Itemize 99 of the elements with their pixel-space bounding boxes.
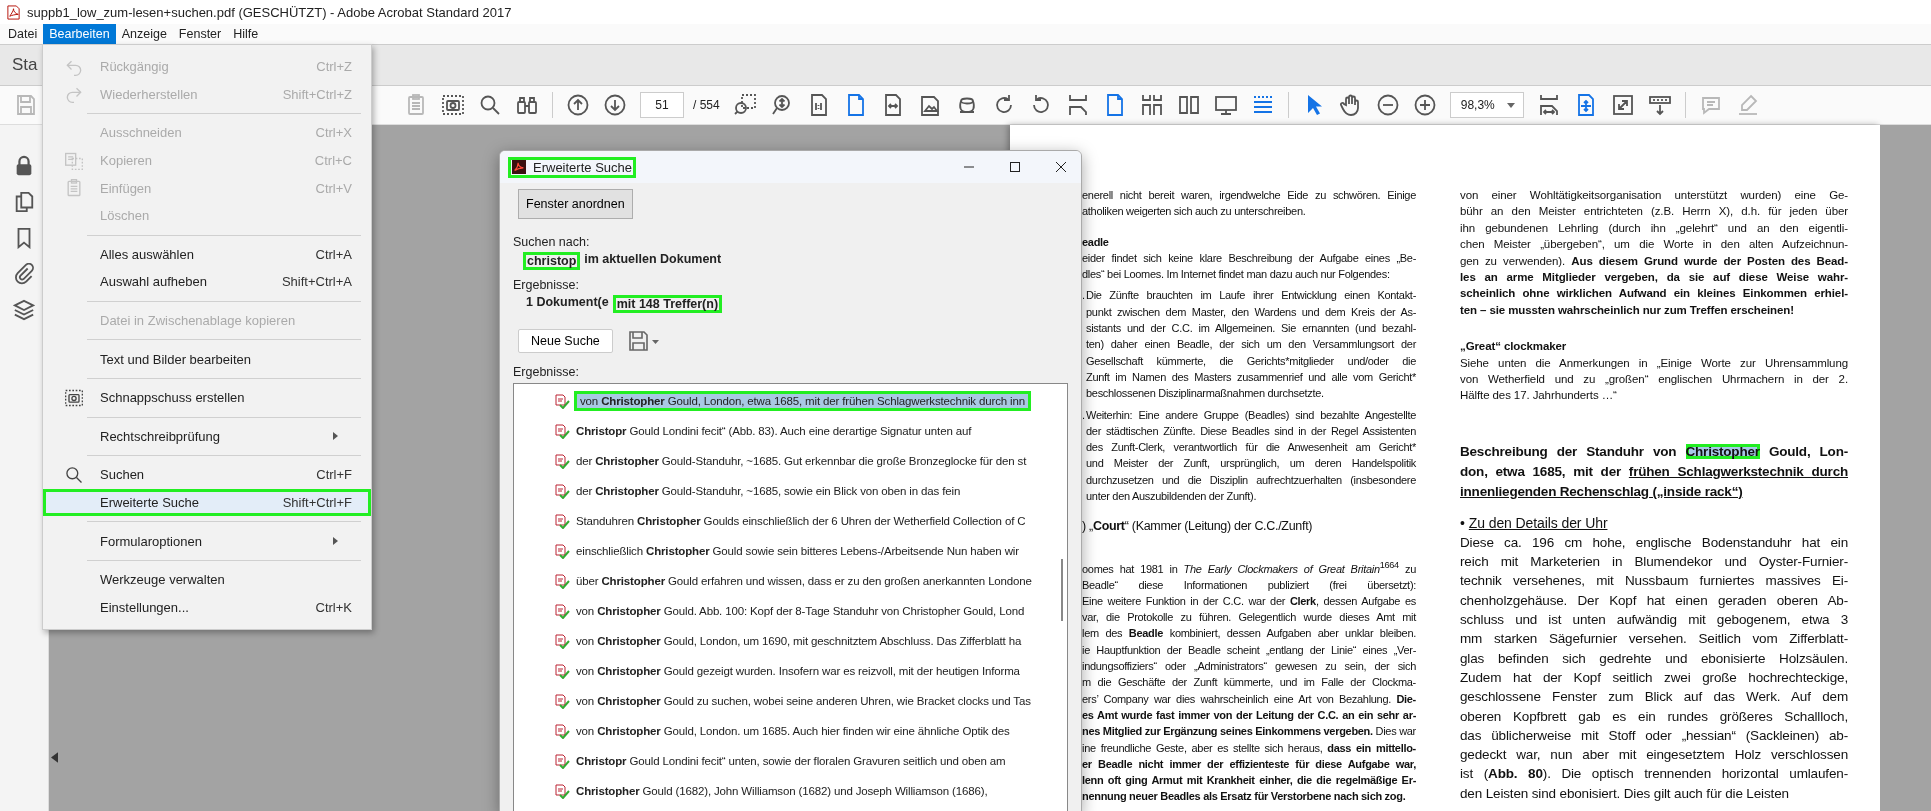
paragraph: Diese ca. 196 cm hohe, englische Bodenstanduhr hat ein reich mit Marketerien in Blumendekor und Oyster-Furnier- technik versehenes, mit Nussbaum furniertes massives Ei- chenholzgehäuse. Der Kopf hat einen geraden oberen Ab- schluss und ist unten aufwändig mit gebogenem, etwa 3 mm starken Sägefurnier versehen. Seitlich vom Zifferblatt- glas befinden sich gedrehte und ebonisierte Holzsäulen. Zudem hat der Kopf seitlich zwei große hochrechteckige, geschlossene Fenster zum Blick auf das Werk. Auf dem oberen Kopfbrett gab es ein rundes größeres Schallloch, das üblicherweise mit Stoff oder „hessian“ (Sackleinen) ab- gedeckt war, nun aber mit eingesetztem Holz verschlossen ist (Abb. 80). Die optisch trennenden horizontal umlaufen- den Leisten sind ebonisiert. Dies gilt auch für die Leisten [1460,533,1848,803]
two-pages-icon[interactable] [1176,93,1201,117]
menu-item[interactable]: Suchen Ctrl+F [43,461,371,489]
search-result-item[interactable]: Standuhren Christopher Goulds einschließlich der 6 Uhren der Wetherfield Collection of C [574,513,1028,529]
page-grid-icon[interactable] [1139,93,1164,117]
window-title: suppb1_low_zum-lesen+suchen.pdf (GESCHÜTZT) - Adobe Acrobat Standard 2017 [27,4,512,20]
document-check-icon [554,543,570,559]
search-icon [63,464,84,485]
menu-bar-item[interactable]: Anzeige [115,24,173,44]
document-check-icon [554,513,570,529]
search-term: christop [523,252,581,270]
monitor-icon[interactable] [1213,93,1238,117]
arrange-windows-button[interactable]: Fenster anordnen [518,189,633,219]
zoom-out-icon[interactable] [1375,93,1400,117]
list-item-text: Die Zünfte brauchten im Laufe ihrer Entwicklung einen Kontakt- punkt zwischen dem Master, den Wardens und dem Kreis der As- sistants und der C.C. im Allgemeinen. Sie ernannten (und bezahl- ten) daher einen Beadle, der sich um den Versammlungsort der Gesellschaft kümmerte, die Gerichts*mitglieder und/oder die Zunft im Namen des Masters zusammenrief und alle vom Gericht* beschlossenen Disziplinarmaßnahmen durchsetzte. [1086,288,1416,402]
list-marker: . [1082,288,1086,304]
paragraph: enerell nicht bereit waren, irgendwelche Eide zu schwören. Einige atholiken weigerten sich auch zu unterschreiben. [1082,188,1416,220]
menu-item[interactable]: Rechtschreibprüfung [43,422,371,451]
list-marker: • [1460,513,1465,533]
document-check-icon [554,573,570,589]
menu-item[interactable]: Einstellungen... Ctrl+K [43,593,371,622]
document-check-icon [554,423,570,439]
paragraph: von einer Wohltätigkeitsorganisation unterstützt wurden) eine Ge- bühr an den Meister entrichteten (z.B. Herrn X), d.h. für jeden über ihn gebundenen Lehrling (durch ihn „gelehrt“ und an den eigentli- chen Meister „übergeben“, um die Worte in den alten Aufzeichnun- gen zu verwenden). Aus diesem Grund wurde der Posten des Bead- les an arme Mitglieder vergeben, da sie auf diese Weise wahr- scheinlich ohne wirklichen Aufwand ein kleines Einkommen erhiel- ten – sie mussten wahrscheinlich nur zum Treffen erscheinen! [1460,188,1848,318]
maximize-icon[interactable] [1009,161,1021,173]
search-result-item[interactable]: einschließlich Christopher Gould sowie sein bitteres Lebens-/Arbeitsende Nun haben wir [574,543,1021,559]
label: Ergebnisse: [513,365,579,379]
search-result-item[interactable]: von Christopher Gould, London. um 1685. Auch hier finden wir eine ähnliche Optik des [574,723,1012,739]
document-check-icon [554,753,570,769]
menu-item[interactable]: Werkzeuge verwalten [43,565,371,594]
menu-bar-item[interactable]: Bearbeiten [43,24,116,44]
menu-item[interactable]: Alles auswählen Ctrl+A [43,240,371,269]
tab[interactable]: Sta [0,55,38,75]
heading: ) „Court“ (Kammer (Leitung) der C.C./Zunft) [1082,518,1314,535]
copy-icon [63,150,84,171]
menu-item[interactable]: Erweiterte Suche Shift+Ctrl+F [43,488,371,517]
menu-item[interactable]: Text und Bilder bearbeiten [43,345,371,373]
pages-icon[interactable] [13,191,35,213]
label: Ergebnisse: [513,278,579,292]
save-dropdown-icon[interactable] [626,329,661,353]
pdf-file-icon [6,4,21,20]
menu-bar-item[interactable]: Datei [2,24,44,44]
search-result-item[interactable]: über Christopher Gould erfahren und wissen, dass er zu den großen anerkannten Londone [574,573,1034,589]
close-icon[interactable] [1055,161,1067,173]
zoom-marquee-icon[interactable] [732,93,757,117]
search-result-item[interactable]: von Christopher Gould gezeigt wurden. Insofern war es reizvoll, mit der heutigen Informa [574,663,1022,679]
search-result-item[interactable]: Christopher Gould (1682), John Williamson (1682) und Joseph Williamson (1686), [574,783,990,799]
page-number-field[interactable]: 51 [640,92,684,118]
menu-bar-item[interactable]: Fenster [172,24,228,44]
paperclip-icon[interactable] [13,263,35,285]
hit-count: mit 148 Treffer(n) [612,295,723,313]
layers-icon[interactable] [13,299,35,321]
collapse-arrow-icon[interactable] [51,752,58,763]
label: Suchen nach: [513,235,590,249]
menu-item[interactable]: Formularoptionen [43,527,371,555]
search-result-item[interactable]: Christopr Gould Londini fecit“ (Abb. 83). Auch eine derartige Signatur unten auf [574,423,974,439]
zoom-dropdown[interactable]: 98,3% [1449,92,1524,118]
camera-icon[interactable] [441,93,465,117]
section-heading: Zu den Details der Uhr [1468,513,1609,533]
document-check-icon [554,453,570,469]
document-count: 1 Dokument(e [526,295,609,311]
document-check-icon [554,633,570,649]
list-marker: . [1082,407,1086,423]
document-check-icon [554,393,570,409]
new-search-button[interactable]: Neue Suche [518,329,613,353]
camera-icon [63,387,84,408]
search-icon[interactable] [478,93,502,117]
document-check-icon [554,693,570,709]
document-check-icon [554,663,570,679]
search-result-item[interactable]: von Christopher Gould. Abb. 100: Kopf der 8-Tage Standuhr von Christopher Gould, Lond [574,603,1027,619]
arrow-down-icon[interactable] [603,93,627,117]
list-item-text: Weiterhin: Eine andere Gruppe (Beadles) sind bezahlte Angestellte der städtischen Zünfte. Diese Beadles sind in der Regel Assistenten des Zunft-Clerk, verantwortlich für die Anwesenheit am Gericht* und Meister der Zunft, ursprünglich, um deren Handelspolitik durchzusetzen und die Disziplin aufrechtzuerhalten (insbesondere unter den Auszubildenden der Zunft). [1086,407,1416,505]
scrollbar-thumb[interactable] [1061,559,1063,621]
document-check-icon [554,723,570,739]
dialog-title: Erweiterte Suche [533,159,632,175]
menu-bar-item[interactable]: Hilfe [227,24,265,44]
pdf-app-icon [512,160,526,174]
arrow-up-icon[interactable] [566,93,590,117]
paragraph: oomes hat 1981 in The Early Clockmakers of Great Britain$^{1664}$ zu Beadle“ diese Informationen publiziert (frei übersetzt): Eine weitere Funktion in der C.C. war der Clerk, dessen Aufgabe es var, die Protokolle zu führen. Gelegentlich wurde dieses Amt mit lem des Beadle kombiniert, dessen Aufgaben aber unklar bleiben. ie Hauptfunktion der Beadle scheint „entlang der Linie“ eines „Ver- indungsoffiziers“ oder „Administrators“ gewesen zu sein, der sich m die Geschäfte der Zunft kümmerte, und im Falle der Clockma- ers’ Company war dies wahrscheinlich eine Art von Bezahlung. Die- es Amt wurde fast immer von der Leitung der C.C. an ein sehr ar- nes Mitglied zur Ergänzung seines Einkommens vergeben. Dies war ine freundliche Geste, aber es stellte sich heraus, dass ein mittello- er Beadle nicht immer der effizienteste für diese Aufgabe war, lenn oft ging Armut mit Krankheit einher, die die regelmäßige Er- nennung neuer Beadles als Ersatz für Verstorbene nach sich zog. [1082,558,1416,805]
menu-item[interactable]: Auswahl aufheben Shift+Ctrl+A [43,268,371,296]
search-scope: im aktuellen Dokument [584,252,722,268]
heading: eadle [1082,234,1110,250]
caret-icon [1506,102,1515,108]
expand-icon[interactable] [1610,93,1635,117]
zoom-in-icon[interactable] [1412,93,1437,117]
document-check-icon [554,483,570,499]
page-count: / 554 [693,98,720,112]
search-result-item[interactable]: der Christopher Gould-Standuhr, ~1685, sowie ein Blick von oben in das fein [574,483,963,499]
search-result-item[interactable]: von Christopher Gould, London, etwa 1685, mit der frühen Schlagwerkstechnik durch inn [574,391,1031,411]
search-result-item[interactable]: der Christopher Gould-Standuhr, ~1685. Gut erkennbar die große Bronzeglocke für den st [574,453,1029,469]
search-result-item[interactable]: Christopr Gould Londini fecit“ unten, sowie der floralen Gravuren seitlich und oben am [574,753,1008,769]
paragraph: Siehe unten die Anmerkungen in „Einige Worte zur Uhrensammlung von Wetherfield und zu „großen“ englischen Uhrmachern in der 2. Hälfte des 17. Jahrhunderts …“ [1460,355,1848,404]
ruler-icon[interactable] [1647,93,1672,117]
document-check-icon [554,783,570,799]
heading: „Great“ clockmaker [1460,339,1568,355]
search-result-item[interactable]: von Christopher Gould, London, um 1690, mit geschnitztem Abschluss. Das Zifferblatt ha [574,633,1024,649]
paragraph: eider findet sich keine klare Beschreibung der Aufgabe eines „Be- dles“ bei Loomes. Im Internet findet man dazu auch nur Folgendes: [1082,250,1416,283]
document-check-icon [554,603,570,619]
search-result-item[interactable]: von Christopher Gould zu suchen, wobei seine anderen Uhren, wie Bracket clocks und Tas [574,693,1033,709]
menu-item[interactable]: Schnappschuss erstellen [43,383,371,412]
